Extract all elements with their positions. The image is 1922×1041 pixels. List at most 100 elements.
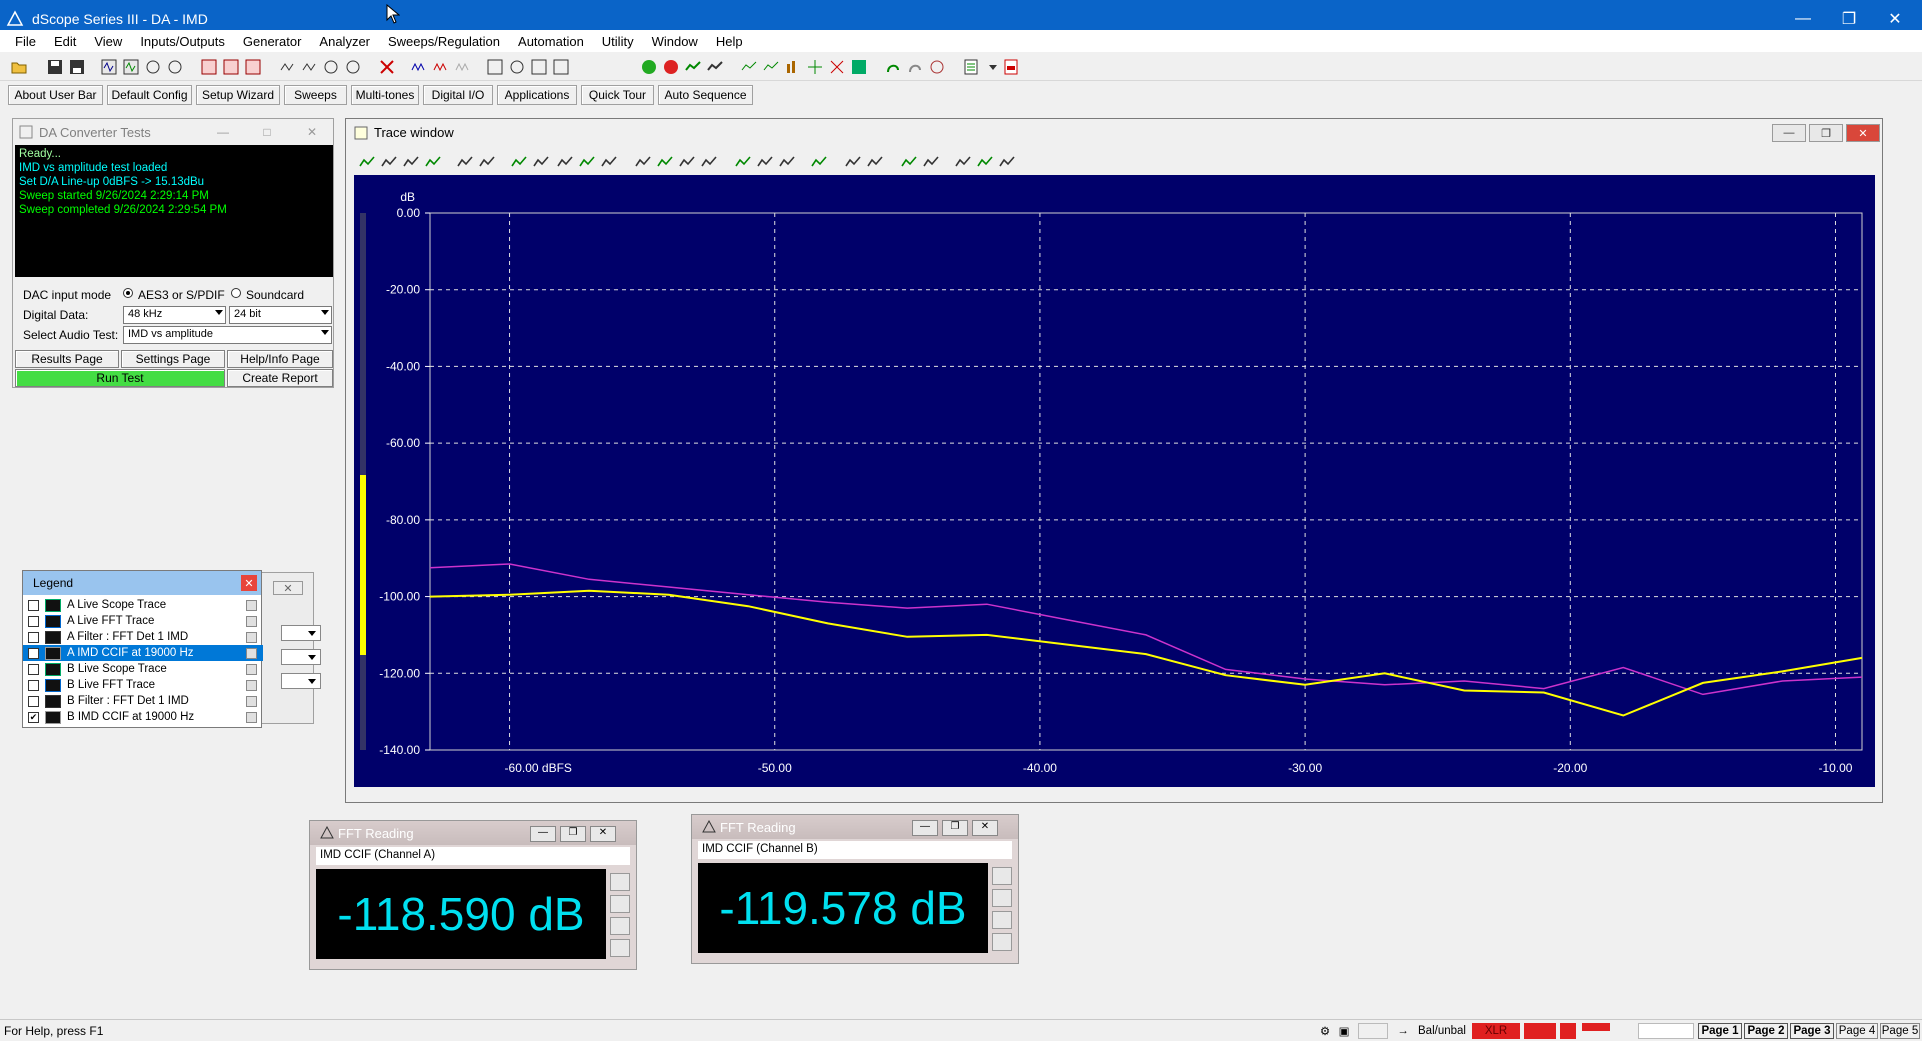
trace-tool-a-icon[interactable]: [740, 58, 758, 76]
table-icon[interactable]: [478, 153, 496, 171]
legend-checkbox[interactable]: [28, 663, 39, 675]
bit-depth-select[interactable]: 24 bit: [229, 306, 332, 324]
legend-checkbox[interactable]: [28, 695, 39, 707]
detector-d-icon[interactable]: [552, 58, 570, 76]
detector-icon[interactable]: [486, 58, 504, 76]
pin-icon[interactable]: [246, 599, 257, 611]
minimize-icon[interactable]: —: [1772, 124, 1806, 142]
scope-tool-icon[interactable]: [410, 58, 428, 76]
sample-rate-select[interactable]: 48 kHz: [123, 306, 226, 324]
fft-tool-icon[interactable]: [432, 58, 450, 76]
trace-tool-e-icon[interactable]: [828, 58, 846, 76]
pin-icon[interactable]: [246, 631, 257, 643]
zoom-out-icon[interactable]: [380, 153, 398, 171]
generator-icon[interactable]: [200, 58, 218, 76]
close-icon[interactable]: ✕: [1846, 124, 1880, 142]
mute-icon[interactable]: [378, 58, 396, 76]
legend-item[interactable]: B Live FFT Trace: [23, 677, 263, 693]
cursor-c-icon[interactable]: [678, 153, 696, 171]
radio-aes[interactable]: [123, 288, 133, 298]
automation-c-icon[interactable]: [928, 58, 946, 76]
page-4-tab[interactable]: Page 4: [1836, 1023, 1878, 1039]
units-icon[interactable]: [610, 873, 630, 891]
detector-c-icon[interactable]: [530, 58, 548, 76]
grid-icon[interactable]: [532, 153, 550, 171]
dropdown-arrow-icon[interactable]: [984, 58, 1002, 76]
settings-icon[interactable]: [610, 895, 630, 913]
scale-x-icon[interactable]: [734, 153, 752, 171]
legend-item[interactable]: A Live Scope Trace: [23, 597, 263, 613]
legend-checkbox[interactable]: ✔: [28, 711, 39, 723]
quick-tour-button[interactable]: Quick Tour: [581, 85, 654, 105]
radio-soundcard[interactable]: [231, 288, 241, 298]
wave-icon[interactable]: [778, 153, 796, 171]
legend-item[interactable]: B Filter : FFT Det 1 IMD: [23, 693, 263, 709]
filter-tool-icon[interactable]: [454, 58, 472, 76]
run-test-button[interactable]: Run Test: [15, 369, 225, 387]
default-config-button[interactable]: Default Config: [107, 85, 192, 105]
minimize-icon[interactable]: —: [214, 125, 232, 139]
output-b-icon[interactable]: [122, 58, 140, 76]
save-icon[interactable]: [46, 58, 64, 76]
menu-window[interactable]: Window: [643, 34, 707, 49]
close-icon[interactable]: ✕: [273, 581, 303, 595]
sweep-settings-icon[interactable]: [706, 58, 724, 76]
close-icon[interactable]: ✕: [590, 826, 616, 842]
legend-item[interactable]: ✔ A IMD CCIF at 19000 Hz: [23, 645, 263, 661]
results-page-button[interactable]: Results Page: [15, 350, 119, 368]
page-3-tab[interactable]: Page 3: [1790, 1023, 1834, 1039]
cursor-b-icon[interactable]: [656, 153, 674, 171]
scale-y-icon[interactable]: [756, 153, 774, 171]
automation-b-icon[interactable]: [906, 58, 924, 76]
generator-b-icon[interactable]: [222, 58, 240, 76]
generator-c-icon[interactable]: [244, 58, 262, 76]
page-5-tab[interactable]: Page 5: [1880, 1023, 1920, 1039]
peak-b-icon[interactable]: [866, 153, 884, 171]
menu-generator[interactable]: Generator: [234, 34, 311, 49]
legend-checkbox[interactable]: [28, 679, 39, 691]
trace-tool-f-icon[interactable]: [850, 58, 868, 76]
page-1-tab[interactable]: Page 1: [1698, 1023, 1742, 1039]
input-a-icon[interactable]: [278, 58, 296, 76]
stop-red-icon[interactable]: [662, 58, 680, 76]
about-user-bar-button[interactable]: About User Bar: [8, 85, 103, 105]
auto-sequence-button[interactable]: Auto Sequence: [658, 85, 753, 105]
menu-analyzer[interactable]: Analyzer: [310, 34, 379, 49]
autoscale-icon[interactable]: [556, 153, 574, 171]
pin-icon[interactable]: [246, 663, 257, 675]
pin-icon[interactable]: [246, 711, 257, 723]
disabled-icon[interactable]: [810, 153, 828, 171]
start-green-icon[interactable]: [640, 58, 658, 76]
markers-icon[interactable]: [510, 153, 528, 171]
legend-item[interactable]: A Filter : FFT Det 1 IMD: [23, 629, 263, 645]
pin-icon[interactable]: [246, 679, 257, 691]
reference-icon[interactable]: [954, 153, 972, 171]
add-marker-icon[interactable]: [900, 153, 918, 171]
save-trace-icon[interactable]: [402, 153, 420, 171]
limits-icon[interactable]: [992, 933, 1012, 951]
settings-icon[interactable]: [998, 153, 1016, 171]
bal-unbal-indicator[interactable]: Bal/unbal: [1414, 1023, 1470, 1039]
xlr-indicator[interactable]: XLR: [1472, 1023, 1520, 1039]
digital-io-button[interactable]: Digital I/O: [423, 85, 493, 105]
page-2-tab[interactable]: Page 2: [1744, 1023, 1788, 1039]
cursor-a-icon[interactable]: [634, 153, 652, 171]
menu-automation[interactable]: Automation: [509, 34, 593, 49]
pin-icon[interactable]: [246, 615, 257, 627]
menu-help[interactable]: Help: [707, 34, 752, 49]
minimize-icon[interactable]: —: [912, 820, 938, 836]
hidden-select[interactable]: [281, 625, 321, 641]
close-icon[interactable]: ✕: [972, 820, 998, 836]
input-c-icon[interactable]: [322, 58, 340, 76]
legend-item[interactable]: B Live Scope Trace: [23, 661, 263, 677]
restore-icon[interactable]: ❐: [942, 820, 968, 836]
pin-icon[interactable]: [246, 695, 257, 707]
input-b-icon[interactable]: [300, 58, 318, 76]
applications-button[interactable]: Applications: [497, 85, 577, 105]
close-icon[interactable]: ✕: [303, 125, 321, 139]
units-icon[interactable]: [992, 867, 1012, 885]
zoom-in-icon[interactable]: [358, 153, 376, 171]
output-d-icon[interactable]: [166, 58, 184, 76]
pin-icon[interactable]: [246, 647, 257, 659]
legend-checkbox[interactable]: [28, 599, 39, 611]
